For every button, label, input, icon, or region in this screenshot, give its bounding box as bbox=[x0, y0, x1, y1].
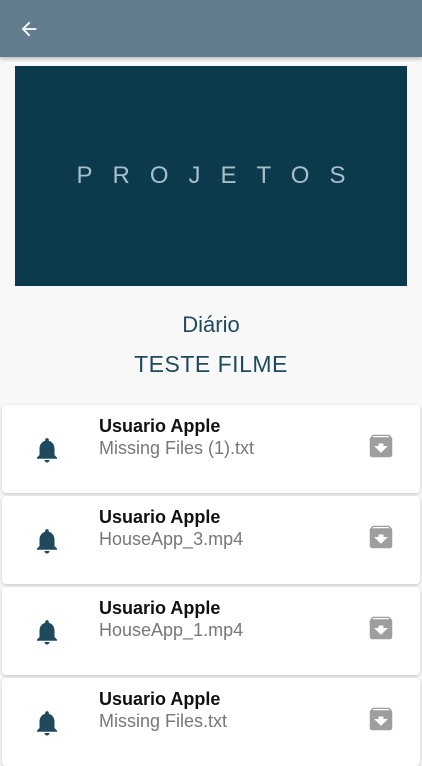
list-item[interactable]: Usuario Apple Missing Files (1).txt bbox=[2, 405, 420, 493]
list-item[interactable]: Usuario Apple HouseApp_3.mp4 bbox=[2, 496, 420, 584]
archive-download-icon[interactable] bbox=[366, 522, 396, 552]
section-title: Diário bbox=[182, 312, 240, 337]
list-item[interactable]: Usuario Apple Missing Files.txt bbox=[2, 678, 420, 766]
bell-icon bbox=[37, 620, 57, 645]
archive-download-icon[interactable] bbox=[366, 704, 396, 734]
item-filename: HouseApp_1.mp4 bbox=[99, 620, 244, 640]
arrow-left-icon bbox=[21, 21, 37, 37]
list-item[interactable]: Usuario Apple HouseApp_1.mp4 bbox=[2, 587, 420, 675]
app-bar bbox=[0, 0, 422, 57]
projects-banner: PROJETOS bbox=[15, 66, 407, 286]
item-filename: Missing Files.txt bbox=[99, 711, 228, 731]
back-button[interactable] bbox=[12, 12, 46, 46]
item-filename: HouseApp_3.mp4 bbox=[99, 529, 244, 549]
bell-icon bbox=[37, 529, 57, 554]
archive-download-icon[interactable] bbox=[366, 613, 396, 643]
bell-icon bbox=[37, 711, 57, 736]
archive-download-icon[interactable] bbox=[366, 431, 396, 461]
item-user: Usuario Apple bbox=[99, 416, 221, 436]
item-user: Usuario Apple bbox=[99, 598, 221, 618]
item-filename: Missing Files (1).txt bbox=[99, 438, 255, 458]
item-user: Usuario Apple bbox=[99, 689, 221, 709]
banner-text: PROJETOS bbox=[76, 162, 366, 189]
project-name: TESTE FILME bbox=[134, 351, 288, 377]
bell-icon bbox=[37, 438, 57, 463]
item-user: Usuario Apple bbox=[99, 507, 221, 527]
